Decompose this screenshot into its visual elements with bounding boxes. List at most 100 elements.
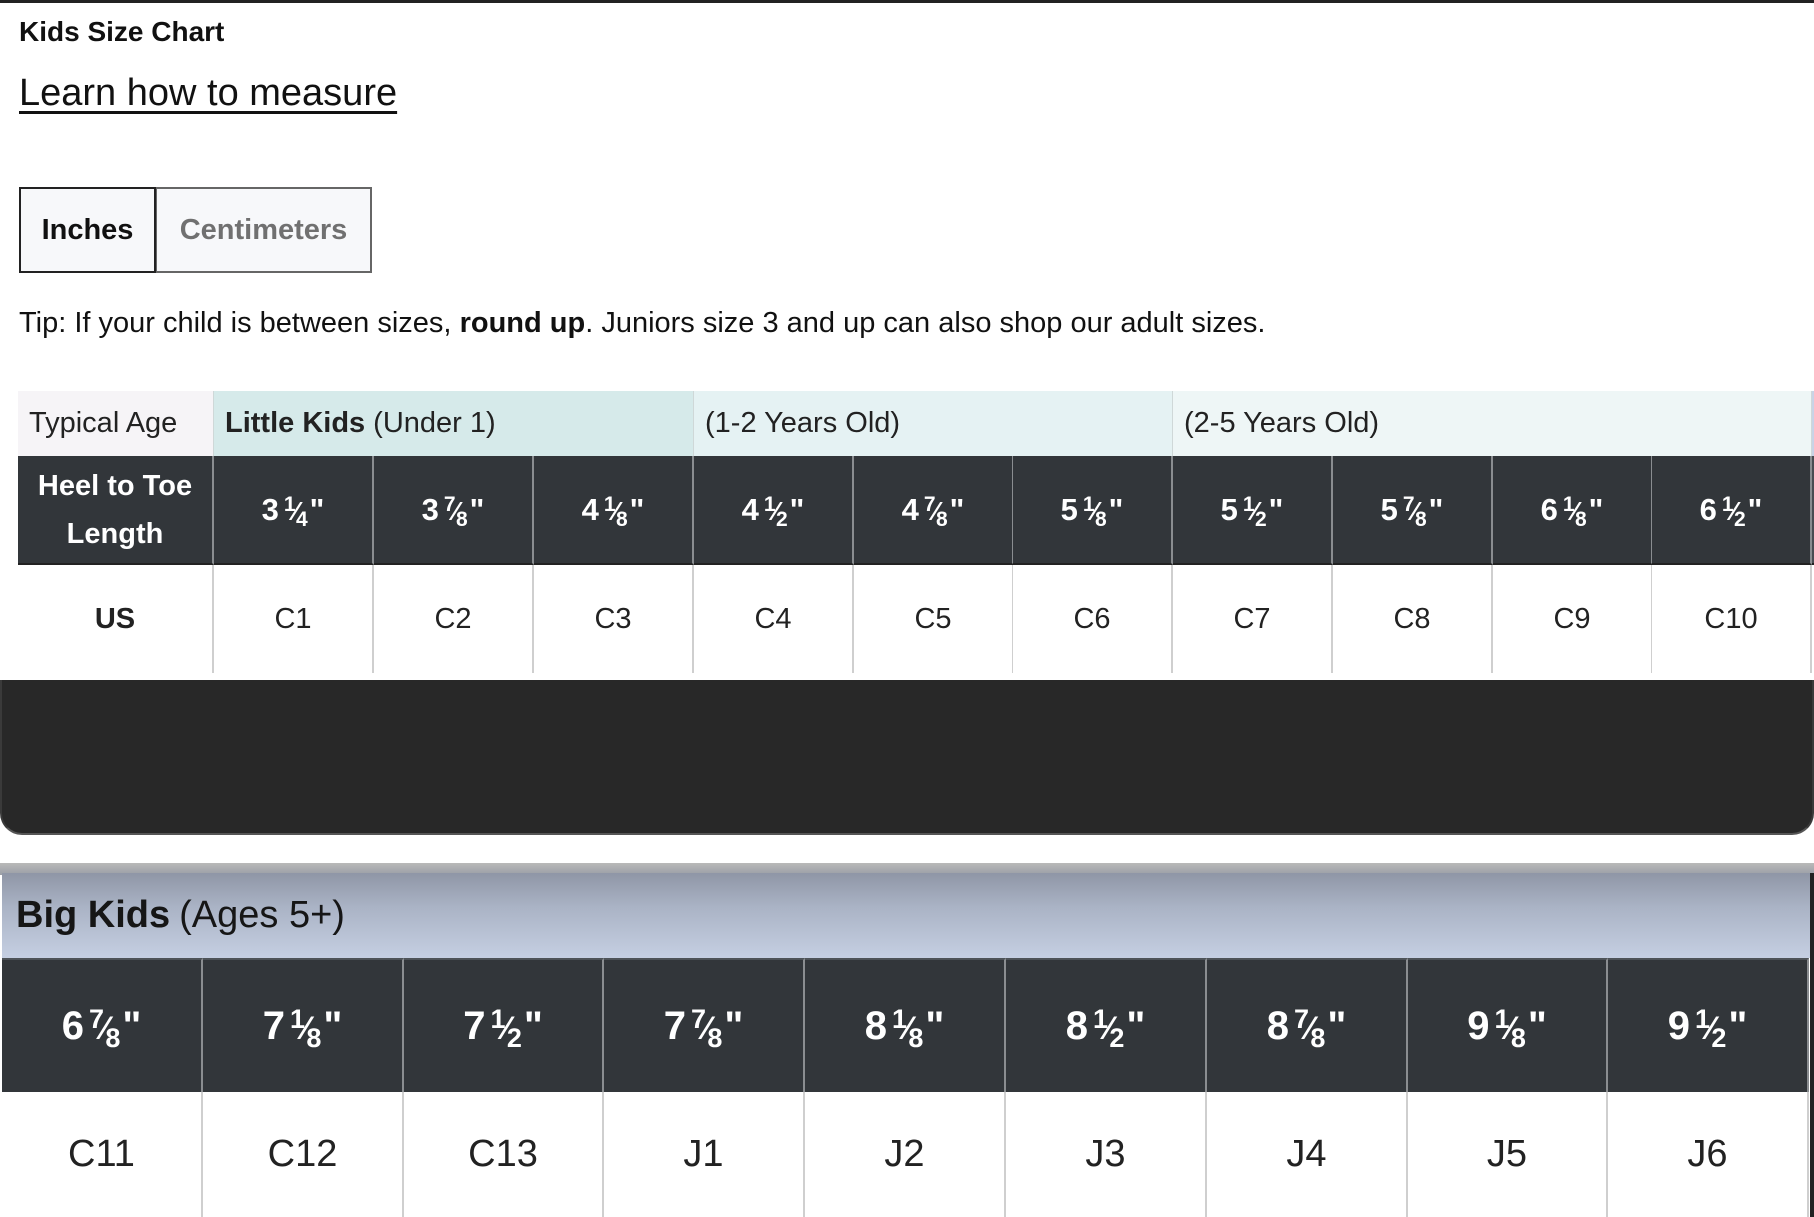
age-group-1-2-years: (1-2 Years Old) [694,391,1173,456]
length-fraction: 7⁄8 [1402,492,1427,531]
length-value: 4 1⁄2 " [742,491,805,531]
length-fraction: 1⁄8 [1082,492,1107,531]
fraction-denominator: 8 [1574,507,1587,531]
fraction-numerator: 7 [1402,492,1415,516]
length-whole: 6 [1699,491,1717,527]
fraction-numerator: 1 [891,1003,907,1034]
inch-mark: " [1428,491,1444,527]
length-whole: 7 [663,1003,686,1048]
big-kids-heel-length-cell: 9 1⁄2 " [1608,958,1809,1092]
inch-mark: " [925,1003,945,1048]
big-kids-us-size-cell: J1 [604,1092,805,1217]
length-fraction: 7⁄8 [691,1004,722,1053]
length-value: 9 1⁄8 " [1467,1003,1547,1053]
length-whole: 5 [1060,491,1078,527]
heel-length-cell: 4 7⁄8 " [854,456,1014,565]
fraction-denominator: 8 [935,507,948,531]
fraction-denominator: 8 [306,1022,321,1053]
length-fraction: 1⁄8 [290,1004,321,1053]
fraction-numerator: 1 [1562,492,1575,516]
length-value: 8 7⁄8 " [1266,1003,1347,1053]
us-size-cell: C10 [1652,565,1812,673]
big-kids-heel-length-cell: 9 1⁄8 " [1408,958,1608,1092]
tab-inches[interactable]: Inches [19,187,156,273]
length-fraction: 1⁄2 [764,493,788,531]
length-value: 5 1⁄8 " [1060,491,1124,531]
length-whole: 6 [1540,491,1558,527]
heel-length-cell: 6 1⁄8 " [1493,456,1653,565]
big-kids-heel-length-cell: 6 7⁄8 " [2,958,203,1092]
heel-label-line1: Heel to Toe [37,469,193,502]
inch-mark: " [789,491,805,527]
fraction-numerator: 1 [289,1003,305,1034]
length-fraction: 1⁄2 [1722,493,1746,531]
big-kids-heel-length-cell: 7 1⁄2 " [404,958,604,1092]
length-value: 6 7⁄8 " [62,1003,142,1053]
length-whole: 7 [262,1003,285,1048]
top-border [0,0,1814,3]
big-kids-us-row: C11 C12 C13 J1 J2 J3 J4 J5 J6 [2,1092,1810,1217]
length-fraction: 1⁄2 [1695,1004,1726,1053]
big-kids-heel-length-cell: 7 7⁄8 " [604,958,805,1092]
heel-length-cell: 6 1⁄2 " [1652,456,1812,565]
length-fraction: 1⁄8 [1494,1004,1525,1053]
tip-prefix: Tip: If your child is between sizes, [19,307,460,339]
fraction-numerator: 7 [443,492,456,516]
right-edge [1810,873,1814,1217]
fraction-denominator: 2 [1254,507,1267,531]
length-whole: 9 [1667,1003,1690,1048]
overlay-shadow-strip [0,830,1814,865]
inch-mark: " [1268,491,1284,527]
learn-how-to-measure-link[interactable]: Learn how to measure [19,72,397,115]
length-value: 3 1⁄4 " [262,492,325,531]
age-group-2-5-years: (2-5 Years Old) [1173,391,1812,456]
big-kids-header: Big Kids (Ages 5+) [2,873,1810,958]
length-value: 6 1⁄8 " [1540,491,1604,531]
length-fraction: 1⁄8 [892,1004,923,1053]
heel-to-toe-label: Heel to Toe Length [18,456,214,565]
length-whole: 4 [901,491,919,527]
sizing-tip: Tip: If your child is between sizes, rou… [19,307,1266,340]
us-label: US [18,565,214,673]
tab-centimeters[interactable]: Centimeters [156,187,372,273]
big-kids-us-size-cell: C12 [203,1092,404,1217]
fraction-denominator: 8 [1414,507,1427,531]
fraction-denominator: 8 [1094,507,1107,531]
big-kids-us-size-cell: C13 [404,1092,604,1217]
fraction-denominator: 8 [707,1022,722,1053]
inch-mark: " [122,1003,142,1048]
fraction-denominator: 2 [1711,1022,1726,1053]
inch-mark: " [724,1003,744,1048]
length-whole: 5 [1220,491,1238,527]
fraction-denominator: 2 [1733,507,1746,531]
fraction-numerator: 1 [283,492,296,516]
us-size-cell: C7 [1173,565,1333,673]
unit-tabs: Inches Centimeters [19,187,372,273]
heel-length-cell: 3 7⁄8 " [374,456,534,565]
fraction-numerator: 7 [88,1003,104,1034]
fraction-denominator: 2 [506,1022,522,1053]
inch-mark: " [1527,1003,1547,1048]
length-value: 3 7⁄8 " [421,491,485,531]
length-fraction: 7⁄8 [1294,1004,1325,1053]
us-size-cell: C6 [1013,565,1173,673]
length-whole: 8 [1266,1003,1289,1048]
heel-length-cell: 5 1⁄8 " [1013,456,1173,565]
inch-mark: " [323,1003,343,1048]
heel-length-cell: 4 1⁄8 " [534,456,694,565]
fraction-numerator: 1 [1242,492,1255,516]
fraction-denominator: 4 [295,507,308,531]
big-kids-us-size-cell: C11 [2,1092,203,1217]
tip-bold: round up [459,307,586,339]
heel-length-cell: 5 7⁄8 " [1333,456,1493,565]
length-whole: 9 [1467,1003,1490,1048]
length-value: 8 1⁄2 " [1066,1004,1146,1053]
fraction-numerator: 1 [1082,492,1095,516]
length-whole: 3 [421,491,439,527]
dark-overlay-panel [0,680,1814,835]
age-group-text: (2-5 Years Old) [1184,407,1380,439]
big-kids-size-table: 6 7⁄8 " 7 1⁄8 " 7 1⁄2 " 7 7⁄8 " 8 1⁄8 " 8 1⁄2 " 8 7⁄8 " 9 1⁄8 "… [2,958,1810,1217]
length-whole: 4 [581,491,599,527]
heel-length-cell: 4 1⁄2 " [694,456,854,565]
length-value: 7 1⁄8 " [262,1003,343,1053]
